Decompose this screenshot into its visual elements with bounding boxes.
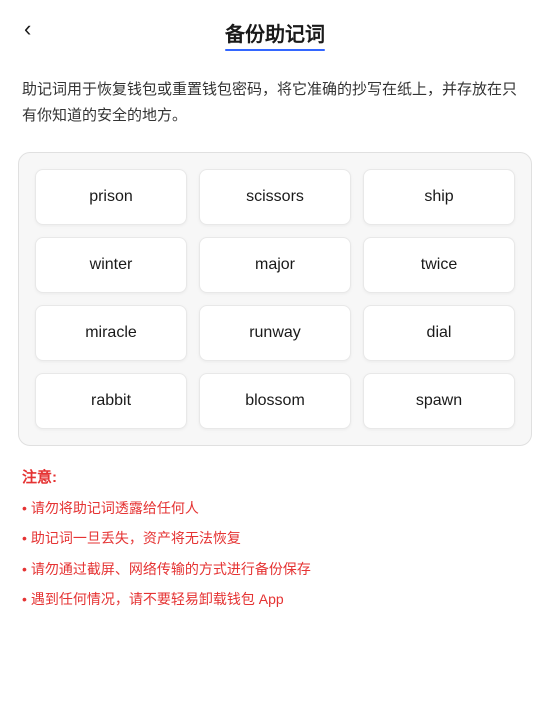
mnemonic-word: twice bbox=[363, 237, 515, 293]
notice-item-text: 请勿将助记词透露给任何人 bbox=[31, 497, 199, 519]
notice-section: 注意: •请勿将助记词透露给任何人•助记词一旦丢失，资产将无法恢复•请勿通过截屏… bbox=[0, 466, 550, 639]
header: ‹ 备份助记词 bbox=[0, 0, 550, 57]
back-button[interactable]: ‹ bbox=[20, 12, 35, 46]
notice-bullet: • bbox=[22, 558, 27, 580]
page-title: 备份助记词 bbox=[225, 18, 325, 47]
notice-item: •助记词一旦丢失，资产将无法恢复 bbox=[22, 527, 528, 549]
mnemonic-word: dial bbox=[363, 305, 515, 361]
notice-item-text: 助记词一旦丢失，资产将无法恢复 bbox=[31, 527, 241, 549]
mnemonic-word: scissors bbox=[199, 169, 351, 225]
description-text: 助记词用于恢复钱包或重置钱包密码，将它准确的抄写在纸上，并存放在只有你知道的安全… bbox=[0, 57, 550, 144]
mnemonic-word: winter bbox=[35, 237, 187, 293]
mnemonic-word: spawn bbox=[363, 373, 515, 429]
mnemonic-grid: prisonscissorsship wintermajortwice miracl… bbox=[35, 169, 515, 429]
notice-item-text: 请勿通过截屏、网络传输的方式进行备份保存 bbox=[31, 558, 311, 580]
notice-title: 注意: bbox=[22, 466, 528, 487]
notice-item: •请勿将助记词透露给任何人 bbox=[22, 497, 528, 519]
notice-item: •遇到任何情况，请不要轻易卸载钱包 App bbox=[22, 588, 528, 610]
mnemonic-word: major bbox=[199, 237, 351, 293]
page-title-text: 备份助记词 bbox=[225, 24, 325, 46]
mnemonic-word: prison bbox=[35, 169, 187, 225]
mnemonic-grid-container: prisonscissorsship wintermajortwice miracl… bbox=[18, 152, 532, 446]
mnemonic-word: rabbit bbox=[35, 373, 187, 429]
title-underline bbox=[225, 49, 325, 51]
notice-item-text: 遇到任何情况，请不要轻易卸载钱包 App bbox=[31, 588, 284, 610]
notice-bullet: • bbox=[22, 527, 27, 549]
mnemonic-word: miracle bbox=[35, 305, 187, 361]
notice-item: •请勿通过截屏、网络传输的方式进行备份保存 bbox=[22, 558, 528, 580]
mnemonic-word: runway bbox=[199, 305, 351, 361]
mnemonic-word: blossom bbox=[199, 373, 351, 429]
mnemonic-word: ship bbox=[363, 169, 515, 225]
notice-bullet: • bbox=[22, 497, 27, 519]
notice-bullet: • bbox=[22, 588, 27, 610]
